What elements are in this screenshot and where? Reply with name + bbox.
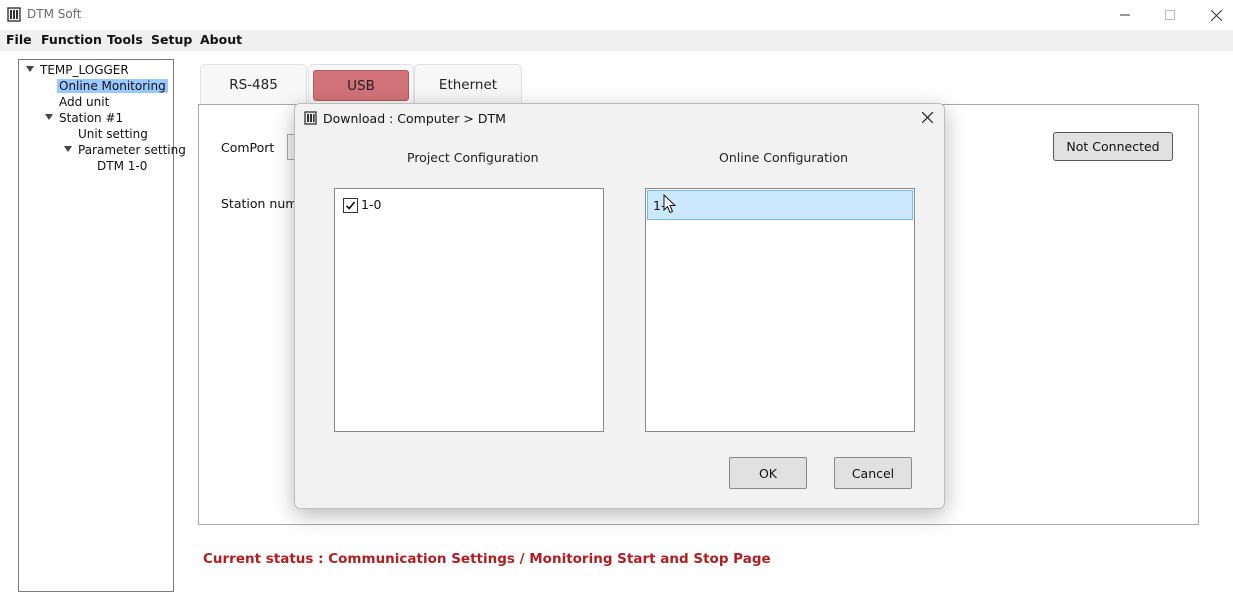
menu-file[interactable]: File <box>6 32 32 47</box>
close-icon <box>1210 9 1222 21</box>
tree-node-parameter-setting[interactable]: Parameter setting <box>78 143 186 157</box>
online-config-heading: Online Configuration <box>719 150 849 165</box>
status-text: Current status : Communication Settings … <box>203 551 771 567</box>
dialog-title: Download : Computer > DTM <box>323 111 506 126</box>
online-item-selected[interactable]: 1- <box>647 190 913 220</box>
download-dialog: Download : Computer > DTM Project Config… <box>294 103 945 509</box>
item-checkbox[interactable] <box>343 198 358 213</box>
close-button[interactable] <box>1193 0 1233 30</box>
ok-button[interactable]: OK <box>729 457 807 489</box>
tree-node-online-monitoring[interactable]: Online Monitoring <box>57 79 168 93</box>
menu-about[interactable]: About <box>200 32 242 47</box>
project-config-list[interactable]: 1-0 <box>334 188 604 432</box>
expand-caret-icon[interactable] <box>26 66 34 72</box>
tab-rs485[interactable]: RS-485 <box>200 64 307 105</box>
window-title: DTM Soft <box>27 7 82 21</box>
tree-node-root[interactable]: TEMP_LOGGER <box>40 63 129 77</box>
cancel-button[interactable]: Cancel <box>834 457 912 489</box>
project-item-label[interactable]: 1-0 <box>361 197 381 212</box>
app-icon <box>304 111 317 125</box>
connection-button[interactable]: Not Connected <box>1053 132 1173 161</box>
online-config-list[interactable]: 1- <box>645 188 915 432</box>
minimize-button[interactable] <box>1102 0 1148 30</box>
dialog-close-button[interactable] <box>919 109 935 125</box>
app-window: DTM Soft File Function Tools Setup About… <box>0 0 1233 605</box>
expand-caret-icon[interactable] <box>64 146 72 152</box>
comport-label: ComPort <box>221 140 275 155</box>
tab-ethernet[interactable]: Ethernet <box>414 64 522 105</box>
title-bar: DTM Soft <box>0 0 1233 30</box>
tree-node-dtm[interactable]: DTM 1-0 <box>97 159 147 173</box>
expand-caret-icon[interactable] <box>45 114 53 120</box>
mouse-cursor-icon <box>663 194 676 214</box>
close-icon <box>921 111 933 123</box>
menu-function[interactable]: Function <box>41 32 102 47</box>
maximize-icon <box>1165 10 1175 20</box>
tree-node-unit-setting[interactable]: Unit setting <box>78 127 148 141</box>
project-config-heading: Project Configuration <box>407 150 539 165</box>
maximize-button[interactable] <box>1147 0 1193 30</box>
menu-tools[interactable]: Tools <box>107 32 143 47</box>
project-tree: TEMP_LOGGER Online Monitoring Add unit S… <box>18 59 186 592</box>
app-icon <box>7 7 21 22</box>
tree-node-station[interactable]: Station #1 <box>59 111 123 125</box>
minimize-icon <box>1120 14 1130 16</box>
checkmark-icon <box>345 201 356 210</box>
tree-node-add-unit[interactable]: Add unit <box>59 95 109 109</box>
tab-usb[interactable]: USB <box>313 70 409 101</box>
menu-bar: File Function Tools Setup About <box>0 30 1233 51</box>
menu-setup[interactable]: Setup <box>151 32 192 47</box>
